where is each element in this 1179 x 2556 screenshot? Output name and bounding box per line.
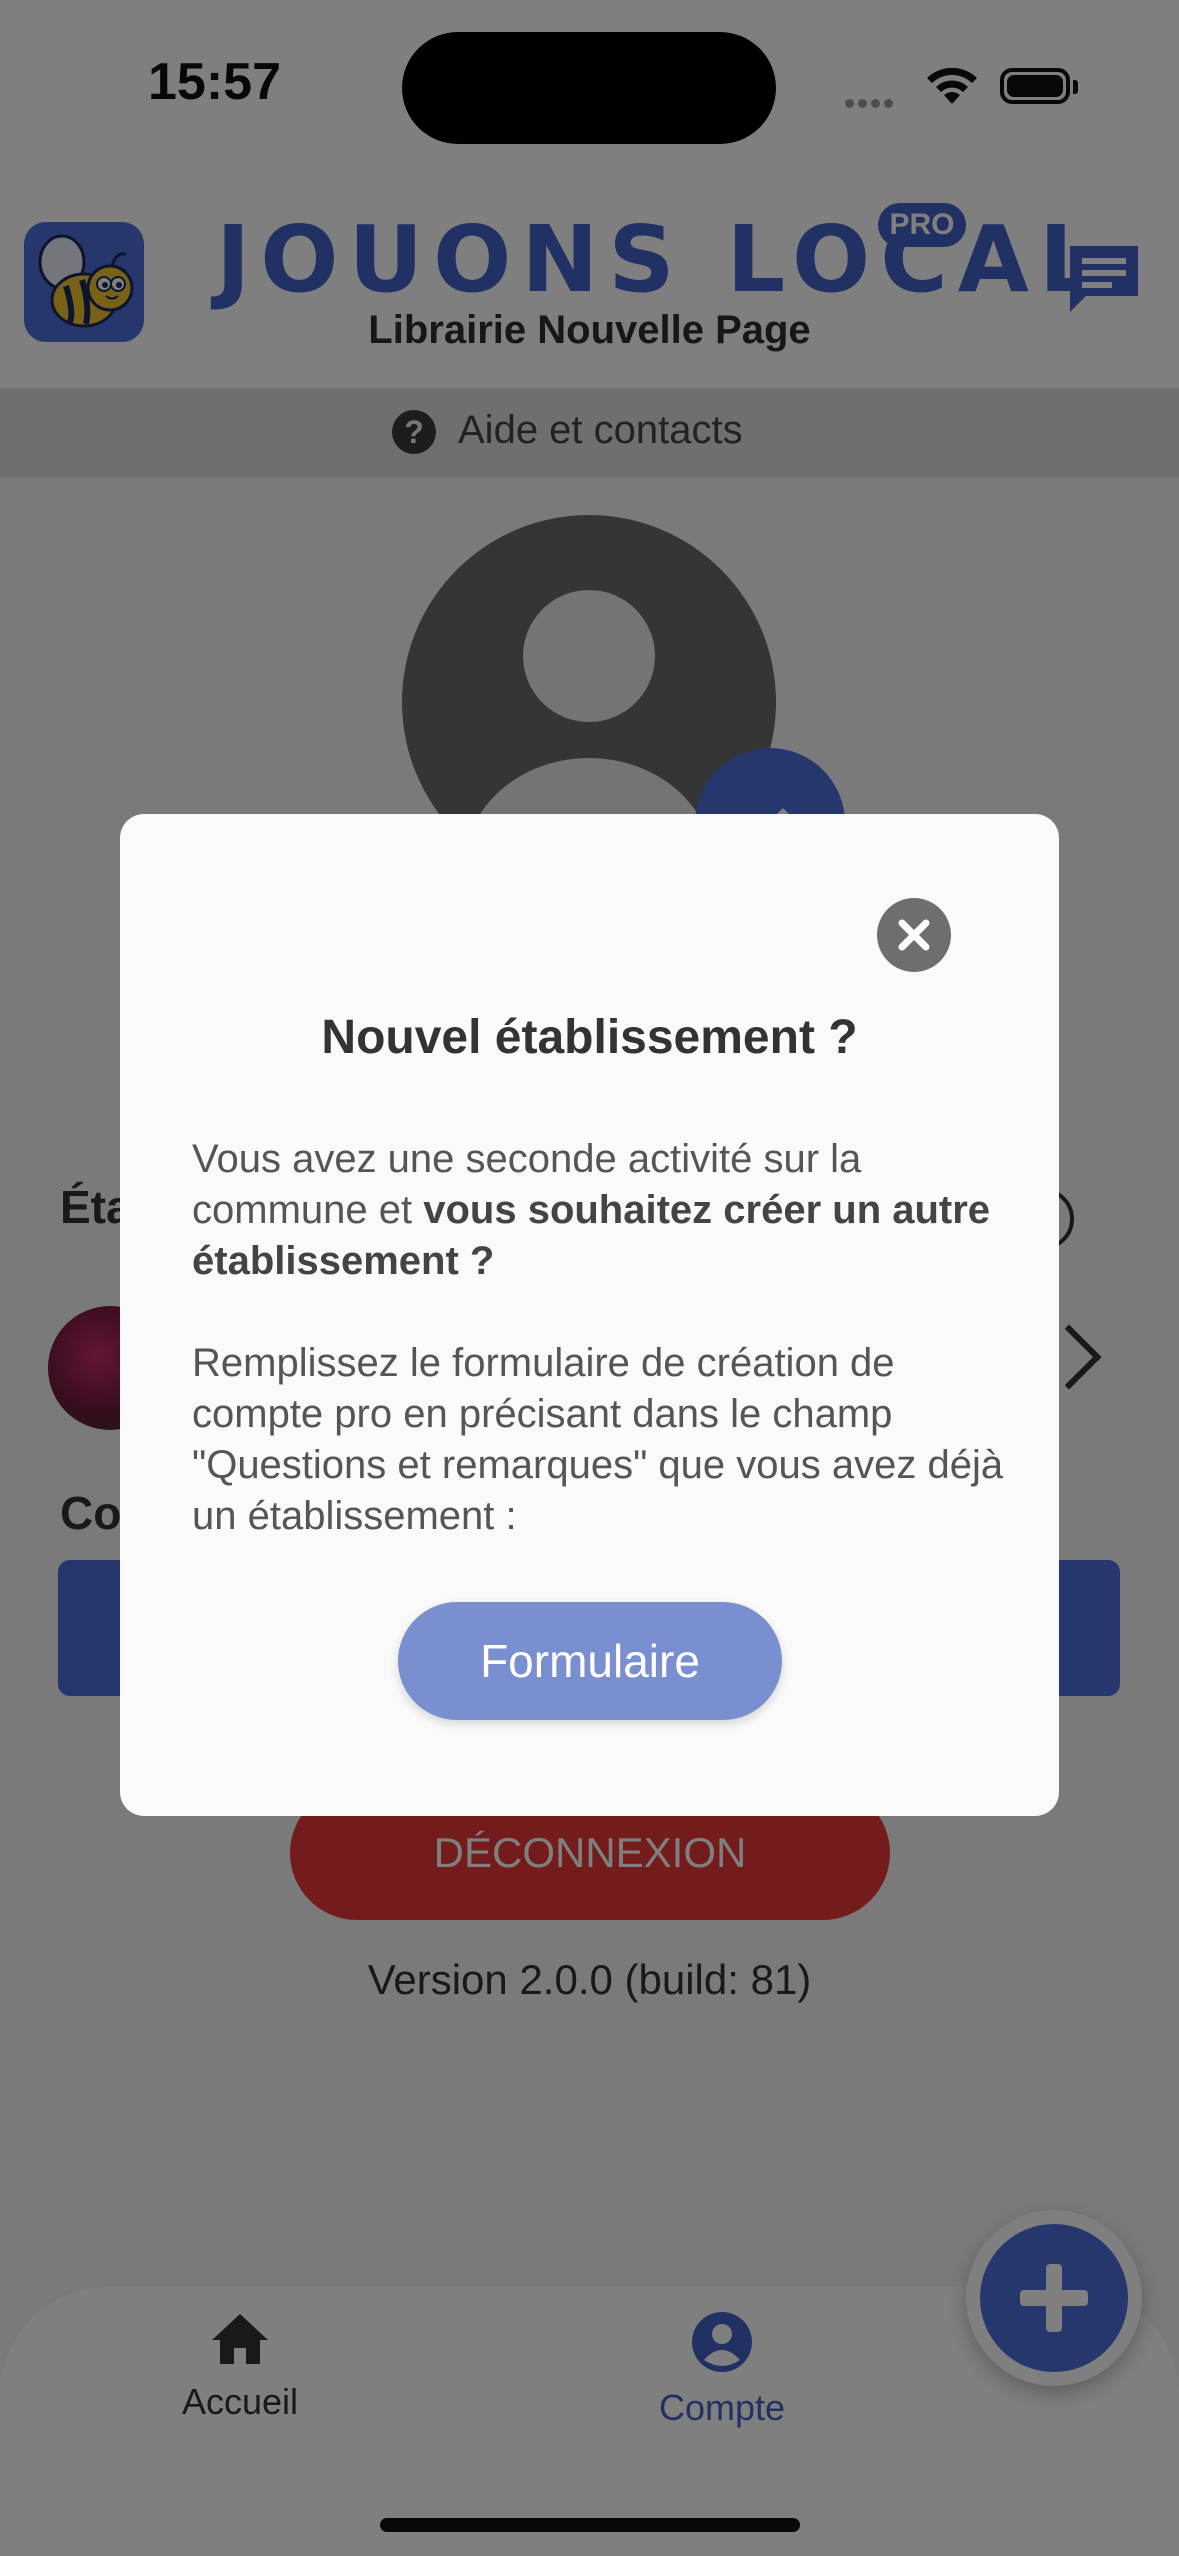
modal-body: Vous avez une seconde activité sur la co… — [192, 1134, 1012, 1593]
close-icon — [898, 919, 930, 951]
modal-title: Nouvel établissement ? — [321, 1011, 858, 1064]
close-modal-button[interactable] — [877, 898, 951, 972]
modal-paragraph-2: Remplissez le formulaire de création de … — [192, 1341, 1004, 1538]
formulaire-button[interactable]: Formulaire — [398, 1602, 782, 1720]
modal-paragraph-1: Vous avez une seconde activité sur la co… — [192, 1134, 1012, 1287]
